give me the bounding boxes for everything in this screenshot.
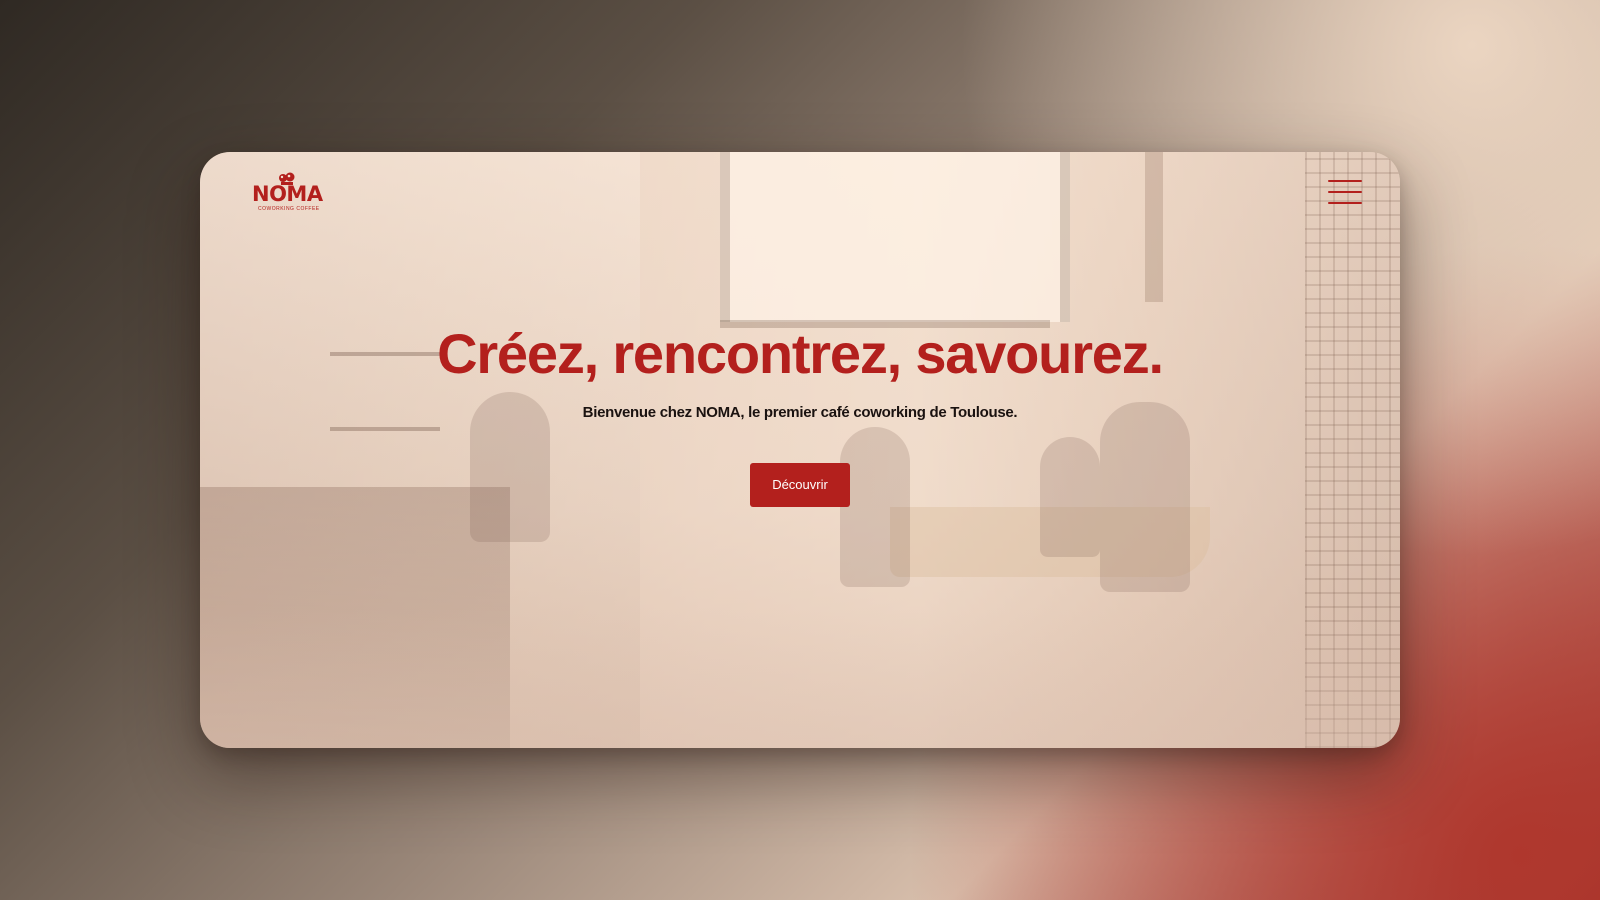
ceiling-pipe: [1145, 152, 1163, 302]
hero-title: Créez, rencontrez, savourez.: [437, 322, 1164, 385]
cafe-window: [720, 152, 1070, 322]
hero-subtitle: Bienvenue chez NOMA, le premier café cow…: [582, 404, 1018, 421]
hamburger-menu-icon[interactable]: [1328, 178, 1364, 208]
website-mockup: NOMA coworking coffee Créez, rencontrez,…: [200, 152, 1400, 748]
logo-wordmark: NOMA: [252, 182, 323, 206]
noma-logo[interactable]: NOMA coworking coffee: [252, 172, 334, 212]
hero-section: Créez, rencontrez, savourez. Bienvenue c…: [200, 322, 1400, 507]
logo-tagline: coworking coffee: [258, 206, 320, 212]
menu-line: [1328, 202, 1362, 204]
menu-line: [1328, 180, 1362, 182]
cafe-floor: [200, 608, 1400, 748]
discover-button[interactable]: Découvrir: [750, 463, 850, 507]
menu-line: [1328, 191, 1362, 193]
